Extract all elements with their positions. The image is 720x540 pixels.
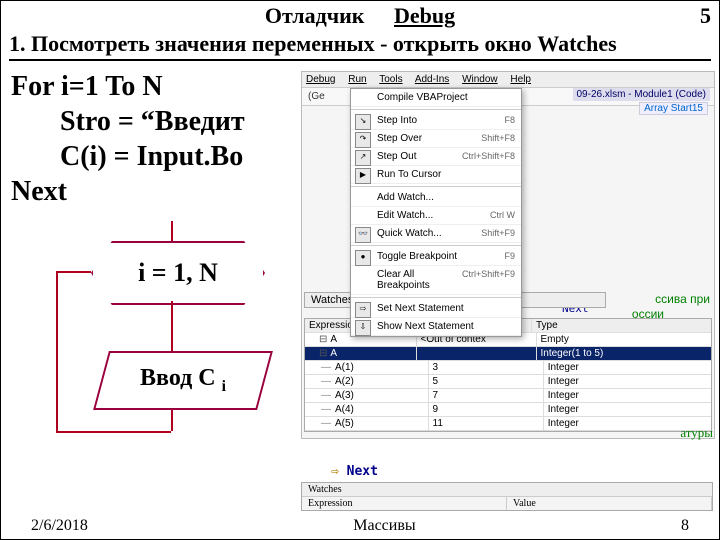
menu-separator: [351, 109, 521, 110]
watch-row[interactable]: A(4) 9 Integer: [305, 403, 711, 417]
text-fragment: ссива при: [655, 292, 710, 306]
flow-line: [56, 271, 91, 273]
arrow-icon: ⇨: [331, 464, 339, 479]
breakpoint-icon: ●: [355, 250, 371, 266]
title-left: Отладчик: [265, 3, 365, 29]
title-row: Отладчик Debug: [1, 3, 719, 29]
next-fragment: ⇨ Next: [331, 464, 378, 479]
menu-run-to-cursor[interactable]: ▶Run To Cursor: [351, 166, 521, 184]
flow-parallelogram: Ввод C i: [93, 351, 273, 410]
set-next-icon: ⇨: [355, 302, 371, 318]
menu-item[interactable]: Debug: [306, 74, 335, 85]
step-out-icon: ↗: [355, 150, 371, 166]
flow-hexagon: i = 1, N: [91, 241, 265, 305]
footer-num: 8: [681, 517, 689, 535]
debug-dropdown: Compile VBAProject ↘Step IntoF8 ↷Step Ov…: [350, 88, 522, 337]
menu-step-over[interactable]: ↷Step OverShift+F8: [351, 130, 521, 148]
flow-line: [56, 431, 171, 433]
quick-watch-icon: 👓: [355, 227, 371, 243]
text-fragment: атуры: [680, 425, 713, 441]
page-number: 5: [700, 3, 711, 29]
menu-clear-breakpoints[interactable]: Clear All BreakpointsCtrl+Shift+F9: [351, 266, 521, 295]
menu-toggle-breakpoint[interactable]: ●Toggle BreakpointF9: [351, 248, 521, 266]
watch-row[interactable]: A(5) 11 Integer: [305, 417, 711, 431]
ide-menubar: Debug Run Tools Add-Ins Window Help: [302, 72, 714, 88]
menu-add-watch[interactable]: Add Watch...: [351, 189, 521, 207]
footer-date: 2/6/2018: [31, 517, 88, 535]
show-next-icon: ⇩: [355, 320, 371, 336]
menu-item[interactable]: Window: [462, 74, 498, 85]
menu-quick-watch[interactable]: 👓Quick Watch...Shift+F9: [351, 225, 521, 243]
menu-item[interactable]: Help: [510, 74, 531, 85]
footer-mid: Массивы: [353, 517, 415, 535]
menu-step-into[interactable]: ↘Step IntoF8: [351, 112, 521, 130]
menu-item[interactable]: Add-Ins: [415, 74, 449, 85]
watches2-title: Watches: [302, 483, 712, 496]
hexagon-text: i = 1, N: [138, 258, 218, 288]
menu-set-next[interactable]: ⇨Set Next Statement: [351, 300, 521, 318]
watch-row[interactable]: A(3) 7 Integer: [305, 389, 711, 403]
menu-show-next[interactable]: ⇩Show Next Statement: [351, 318, 521, 336]
menu-separator: [351, 297, 521, 298]
step-over-icon: ↷: [355, 132, 371, 148]
step-into-icon: ↘: [355, 114, 371, 130]
watch-row[interactable]: A(1) 3 Integer: [305, 361, 711, 375]
code-l2: Stro = “Введит: [11, 106, 245, 137]
code-l3: C(i) = Input.Bo: [11, 141, 243, 172]
next-keyword: Next: [347, 464, 378, 479]
toolbar-frag: (Ge: [308, 91, 325, 102]
menu-step-out[interactable]: ↗Step OutCtrl+Shift+F8: [351, 148, 521, 166]
watch-row[interactable]: A(2) 5 Integer: [305, 375, 711, 389]
flow-line: [171, 221, 173, 241]
run-cursor-icon: ▶: [355, 168, 371, 184]
menu-edit-watch[interactable]: Edit Watch...Ctrl W: [351, 207, 521, 225]
watches2-header: Expression Value: [302, 496, 712, 510]
subtitle: 1. Посмотреть значения переменных - откр…: [9, 31, 711, 61]
flow-line: [171, 301, 173, 351]
code-l1: For i=1 To N: [11, 71, 163, 102]
watches-panel-2: Watches Expression Value: [301, 482, 713, 511]
module-title: 09-26.xlsm - Module1 (Code): [573, 88, 711, 101]
proc-selector[interactable]: Array Start15: [639, 102, 708, 115]
menu-separator: [351, 245, 521, 246]
title-right: Debug: [394, 3, 455, 29]
flow-line: [56, 271, 58, 431]
menu-separator: [351, 186, 521, 187]
watch-row-selected[interactable]: A Integer(1 to 5): [305, 347, 711, 361]
menu-compile[interactable]: Compile VBAProject: [351, 89, 521, 107]
slide: Отладчик Debug 5 1. Посмотреть значения …: [0, 0, 720, 540]
menu-item[interactable]: Run: [348, 74, 366, 85]
col-type: Type: [532, 319, 711, 332]
ide-screenshot: Debug Run Tools Add-Ins Window Help 09-2…: [301, 71, 715, 439]
code-l4: Next: [11, 176, 67, 207]
menu-item[interactable]: Tools: [379, 74, 402, 85]
slide-footer: 2/6/2018 Массивы 8: [1, 517, 719, 535]
parallelogram-text: Ввод C i: [140, 365, 226, 396]
